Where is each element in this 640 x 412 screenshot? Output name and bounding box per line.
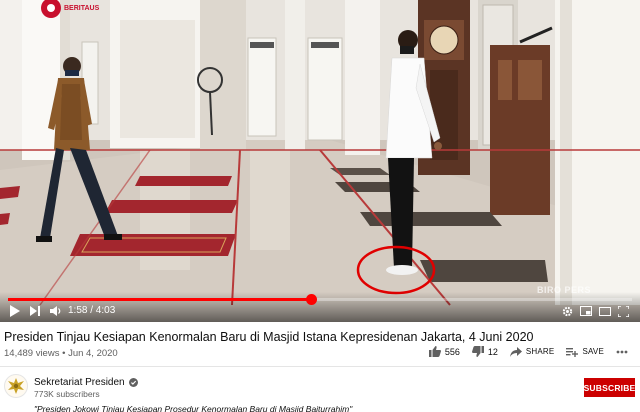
verified-check-icon xyxy=(128,378,138,387)
view-count: 14,489 views xyxy=(4,348,60,359)
share-button[interactable]: SHARE xyxy=(509,346,555,357)
gear-icon xyxy=(562,306,573,316)
settings-button[interactable] xyxy=(562,304,573,318)
description-first-line: "Presiden Jokowi Tinjau Kesiapan Prosedu… xyxy=(34,404,353,412)
channel-avatar[interactable] xyxy=(4,374,28,398)
volume-button[interactable] xyxy=(50,304,62,318)
more-actions-button[interactable] xyxy=(616,350,632,354)
miniplayer-icon xyxy=(580,306,592,316)
fullscreen-icon xyxy=(618,305,629,317)
thumbs-up-icon xyxy=(428,346,441,357)
share-label: SHARE xyxy=(525,347,555,356)
broadcaster-logo: BERITAUS xyxy=(40,0,110,27)
subscriber-count: 773K subscribers xyxy=(34,389,100,399)
fullscreen-button[interactable] xyxy=(618,304,629,318)
video-frame[interactable] xyxy=(0,0,640,322)
svg-text:BERITAUS: BERITAUS xyxy=(64,5,100,12)
time-display: 1:58 / 4:03 xyxy=(68,305,116,316)
theater-button[interactable] xyxy=(599,304,611,318)
like-button[interactable]: 556 xyxy=(428,346,460,357)
next-button[interactable] xyxy=(30,304,40,318)
dislike-button[interactable]: 12 xyxy=(471,346,498,357)
channel-name-text: Sekretariat Presiden xyxy=(34,377,125,388)
volume-icon xyxy=(50,306,61,316)
theater-mode-icon xyxy=(599,306,611,316)
publish-date: Jun 4, 2020 xyxy=(68,348,118,359)
video-title: Presiden Tinjau Kesiapan Kenormalan Baru… xyxy=(4,330,534,344)
channel-name[interactable]: Sekretariat Presiden xyxy=(34,377,138,388)
play-button[interactable] xyxy=(10,304,20,318)
playlist-add-icon xyxy=(566,347,579,357)
garuda-emblem-icon xyxy=(4,374,28,398)
divider xyxy=(0,366,640,367)
progress-played xyxy=(8,298,312,301)
progress-bar[interactable] xyxy=(8,294,632,305)
action-bar: 556 12 SHARE SAVE xyxy=(417,346,632,357)
subscribe-button[interactable]: SUBSCRIBE xyxy=(584,378,635,397)
more-horizontal-icon xyxy=(616,350,628,353)
like-count: 556 xyxy=(444,346,460,357)
dislike-count: 12 xyxy=(487,346,498,357)
video-meta: 14,489 views • Jun 4, 2020 xyxy=(4,348,118,359)
video-player[interactable]: BERITAUS BIRO PERS 1:58 / 4:03 xyxy=(0,0,640,322)
play-icon xyxy=(10,305,20,317)
save-button[interactable]: SAVE xyxy=(566,347,604,357)
save-label: SAVE xyxy=(582,347,604,356)
thumbs-down-icon xyxy=(471,346,484,357)
next-icon xyxy=(30,306,40,316)
share-icon xyxy=(509,346,522,357)
miniplayer-button[interactable] xyxy=(580,304,592,318)
